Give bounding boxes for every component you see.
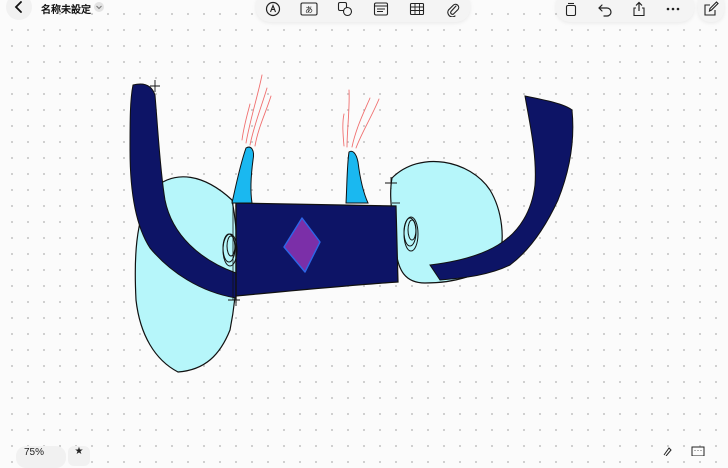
pen-settings-button[interactable] [660, 446, 676, 462]
left-flames [241, 74, 272, 147]
zoom-level[interactable]: 75% [16, 446, 66, 468]
grid-settings-button[interactable] [690, 446, 706, 462]
left-horn [231, 146, 254, 204]
star-icon: ★ [74, 446, 84, 457]
right-horn [345, 150, 369, 204]
right-flames [342, 89, 380, 149]
canvas-drawing[interactable] [0, 0, 728, 455]
favorite-button[interactable]: ★ [68, 446, 90, 466]
